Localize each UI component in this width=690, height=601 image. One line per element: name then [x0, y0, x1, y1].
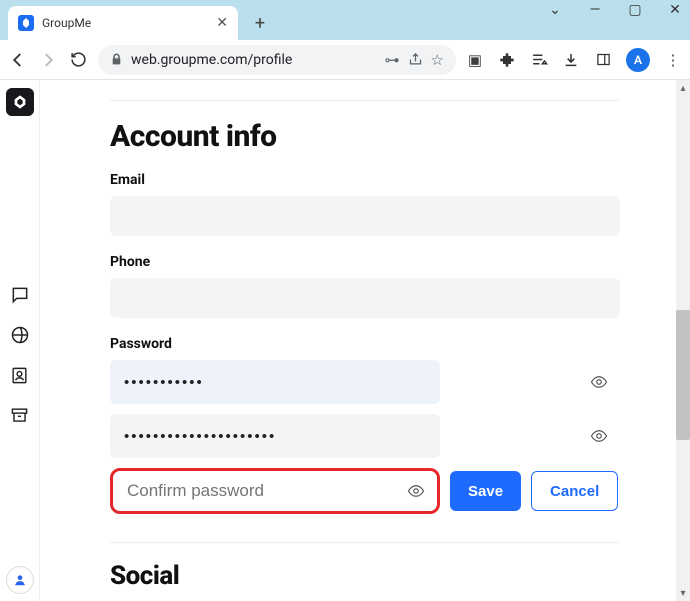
content-scroll: Account info Email Phone Password [40, 80, 690, 601]
playlist-icon[interactable] [530, 51, 548, 69]
new-tab-button[interactable]: + [246, 9, 274, 37]
confirm-password-input[interactable] [113, 471, 437, 511]
email-label: Email [110, 172, 620, 188]
share-icon[interactable] [408, 52, 423, 67]
back-button[interactable] [8, 50, 28, 70]
phone-input[interactable] [110, 278, 620, 318]
contacts-icon[interactable] [9, 364, 31, 386]
tab-close-icon[interactable]: ✕ [216, 15, 228, 31]
toggle-visibility-icon[interactable] [590, 427, 608, 445]
dropdown-icon[interactable]: ⌄ [546, 2, 564, 18]
current-password-input[interactable] [110, 360, 440, 404]
tab-title: GroupMe [42, 16, 91, 30]
scroll-up-icon[interactable]: ▴ [676, 80, 690, 96]
toggle-visibility-icon[interactable] [407, 482, 425, 500]
toggle-visibility-icon[interactable] [590, 373, 608, 391]
browser-tab[interactable]: GroupMe ✕ [8, 6, 238, 40]
key-icon[interactable]: ⊶ [385, 51, 400, 69]
scroll-thumb[interactable] [676, 310, 690, 440]
extensions-area: ▣ A ⋮ [466, 48, 682, 72]
archive-icon[interactable] [9, 404, 31, 426]
translate-icon[interactable]: ▣ [466, 51, 484, 69]
chats-icon[interactable] [9, 284, 31, 306]
discover-icon[interactable] [9, 324, 31, 346]
lock-icon [110, 53, 123, 66]
email-input[interactable] [110, 196, 620, 236]
maximize-icon[interactable]: ▢ [626, 2, 644, 18]
phone-label: Phone [110, 254, 620, 270]
window-titlebar: GroupMe ✕ + ⌄ — ▢ ✕ [0, 0, 690, 40]
sidepanel-icon[interactable] [594, 51, 612, 69]
password-label: Password [110, 336, 620, 352]
window-controls: ⌄ — ▢ ✕ [546, 2, 684, 18]
profile-avatar[interactable]: A [626, 48, 650, 72]
address-bar[interactable]: web.groupme.com/profile ⊶ ☆ [98, 45, 456, 75]
url-text: web.groupme.com/profile [131, 52, 377, 68]
forward-button[interactable] [38, 50, 58, 70]
tab-favicon [18, 15, 34, 31]
groupme-logo[interactable] [6, 88, 34, 116]
kebab-menu-icon[interactable]: ⋮ [664, 51, 682, 69]
bookmark-icon[interactable]: ☆ [431, 51, 444, 69]
section-title-social: Social [110, 561, 620, 591]
new-password-input[interactable] [110, 414, 440, 458]
extensions-icon[interactable] [498, 51, 516, 69]
scrollbar[interactable]: ▴ ▾ [676, 80, 690, 601]
minimize-icon[interactable]: — [586, 2, 604, 18]
save-button[interactable]: Save [450, 471, 521, 511]
app-sidebar [0, 80, 40, 601]
user-avatar-icon[interactable] [7, 567, 33, 593]
reload-button[interactable] [68, 50, 88, 70]
scroll-down-icon[interactable]: ▾ [676, 585, 690, 601]
section-title-account: Account info [110, 119, 620, 154]
close-window-icon[interactable]: ✕ [666, 2, 684, 18]
confirm-password-highlight [110, 468, 440, 514]
cancel-button[interactable]: Cancel [531, 471, 618, 511]
download-icon[interactable] [562, 51, 580, 69]
browser-toolbar: web.groupme.com/profile ⊶ ☆ ▣ A ⋮ [0, 40, 690, 80]
